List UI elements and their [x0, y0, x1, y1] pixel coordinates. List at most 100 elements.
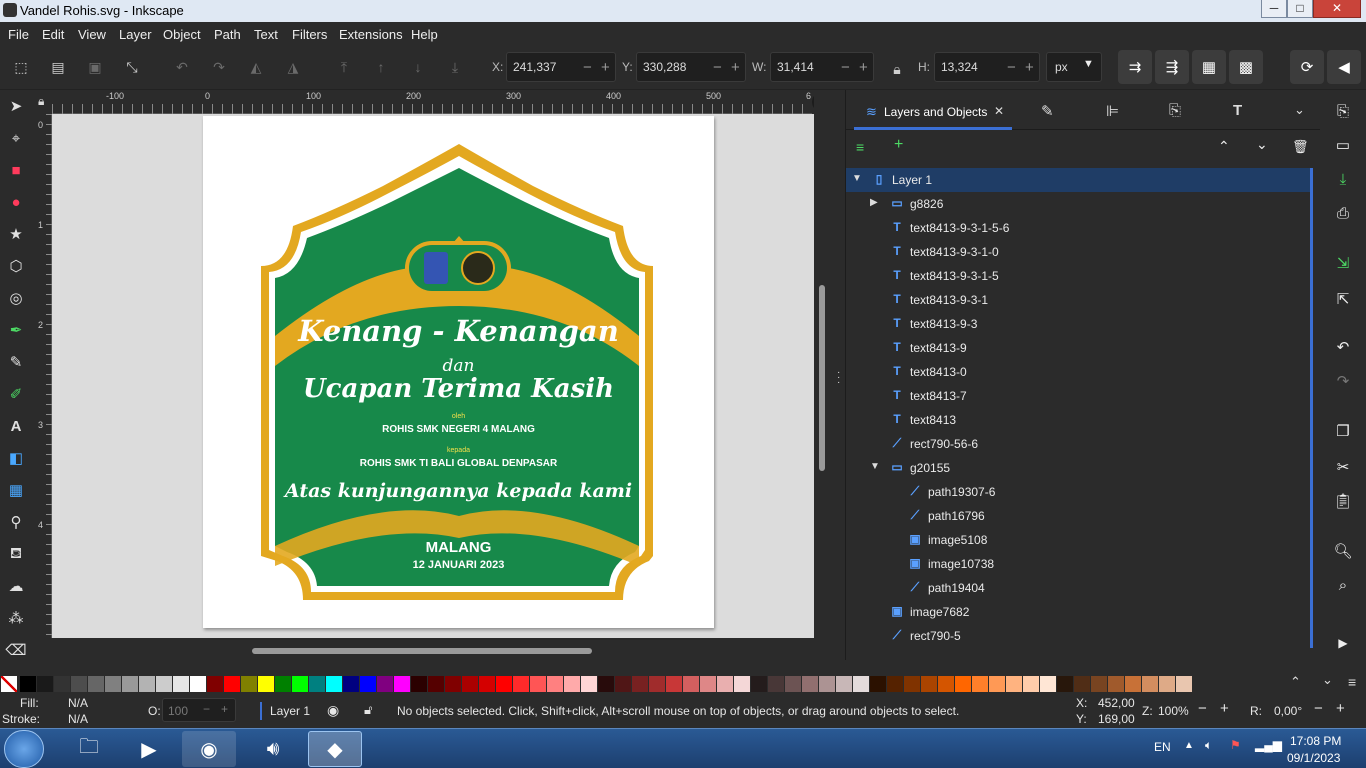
- flip-vertical-icon[interactable]: ◮: [282, 56, 304, 78]
- minus-icon[interactable]: −: [713, 59, 722, 76]
- add-object-icon[interactable]: +: [894, 136, 903, 154]
- color-swatch[interactable]: [1023, 676, 1039, 692]
- visibility-eye-icon[interactable]: ◉: [327, 702, 339, 719]
- color-swatch[interactable]: [819, 676, 835, 692]
- copy-icon[interactable]: ❐: [1332, 420, 1354, 442]
- zoom-selection-icon[interactable]: 🔍︎: [1332, 540, 1354, 562]
- undo-icon[interactable]: ↶: [1332, 336, 1354, 358]
- menu-filters[interactable]: Filters: [292, 27, 327, 42]
- dropper-tool-icon[interactable]: ⚲: [6, 512, 26, 532]
- object-row[interactable]: Ttext8413-9-3: [846, 312, 1311, 336]
- object-row[interactable]: ⟋ rect790-56-6: [846, 432, 1311, 456]
- color-swatch[interactable]: [428, 676, 444, 692]
- object-row[interactable]: ▣ image7682: [846, 600, 1311, 624]
- rotation-field[interactable]: 0,00° − +: [1268, 698, 1364, 722]
- menu-extensions[interactable]: Extensions: [339, 27, 403, 42]
- paste-icon[interactable]: 📋︎: [1332, 490, 1354, 512]
- object-row[interactable]: Ttext8413: [846, 408, 1311, 432]
- color-swatch[interactable]: [122, 676, 138, 692]
- color-swatch[interactable]: [207, 676, 223, 692]
- rotate-minus-icon[interactable]: −: [1314, 700, 1323, 717]
- color-swatch[interactable]: [326, 676, 342, 692]
- export-icon[interactable]: ⇱: [1332, 288, 1354, 310]
- color-swatch[interactable]: [700, 676, 716, 692]
- clock-time[interactable]: 17:08 PM: [1290, 734, 1341, 748]
- star-tool-icon[interactable]: ★: [6, 224, 26, 244]
- object-row[interactable]: ▣ image10738: [846, 552, 1311, 576]
- color-swatch[interactable]: [1142, 676, 1158, 692]
- layer-lock-icon[interactable]: 🔓︎: [364, 702, 372, 718]
- flip-horizontal-icon[interactable]: ◭: [245, 56, 267, 78]
- object-row[interactable]: ⟋ path19404: [846, 576, 1311, 600]
- zoom-drawing-icon[interactable]: ⌕: [1332, 574, 1354, 596]
- menu-view[interactable]: View: [78, 27, 106, 42]
- h-field[interactable]: 13,324 − +: [934, 52, 1040, 82]
- lower-icon[interactable]: ↓: [407, 56, 429, 78]
- action-center-icon[interactable]: ⚑: [1230, 738, 1241, 752]
- color-swatch[interactable]: [887, 676, 903, 692]
- no-paint-swatch[interactable]: [1, 676, 17, 692]
- move-down-icon[interactable]: ⌄: [1256, 136, 1268, 153]
- color-swatch[interactable]: [938, 676, 954, 692]
- color-swatch[interactable]: [972, 676, 988, 692]
- menu-text[interactable]: Text: [254, 27, 278, 42]
- color-swatch[interactable]: [139, 676, 155, 692]
- color-swatch[interactable]: [598, 676, 614, 692]
- expand-triangle-icon[interactable]: ▼: [870, 461, 880, 472]
- chevron-down-icon[interactable]: ⌄: [1294, 102, 1305, 118]
- tray-expand-icon[interactable]: ▲: [1184, 740, 1194, 751]
- canvas[interactable]: Kenang - Kenangan dan Ucapan Terima Kasi…: [52, 114, 814, 638]
- color-swatch[interactable]: [564, 676, 580, 692]
- color-swatch[interactable]: [1040, 676, 1056, 692]
- color-swatch[interactable]: [37, 676, 53, 692]
- plus-icon[interactable]: +: [731, 59, 740, 76]
- menu-object[interactable]: Object: [163, 27, 201, 42]
- vertical-scrollbar[interactable]: [814, 90, 834, 662]
- zoom-out-icon[interactable]: −: [1198, 700, 1207, 717]
- clock-date[interactable]: 09/1/2023: [1287, 751, 1340, 765]
- color-swatch[interactable]: [751, 676, 767, 692]
- speaker-icon[interactable]: 🔈︎: [1205, 738, 1212, 753]
- color-swatch[interactable]: [649, 676, 665, 692]
- add-layer-icon[interactable]: ≡: [856, 139, 864, 155]
- select-all-layers-icon[interactable]: ▤: [47, 56, 69, 78]
- plus-icon[interactable]: +: [221, 702, 228, 716]
- close-tab-icon[interactable]: ✕: [994, 104, 1004, 118]
- color-swatch[interactable]: [513, 676, 529, 692]
- color-swatch[interactable]: [1125, 676, 1141, 692]
- menu-edit[interactable]: Edit: [42, 27, 64, 42]
- new-document-icon[interactable]: ⎘: [1332, 100, 1354, 122]
- ellipse-tool-icon[interactable]: ●: [6, 192, 26, 212]
- network-icon[interactable]: ▂▄▆: [1255, 738, 1282, 752]
- color-swatch[interactable]: [666, 676, 682, 692]
- calligraphy-tool-icon[interactable]: ✐: [6, 384, 26, 404]
- color-swatch[interactable]: [411, 676, 427, 692]
- color-swatch[interactable]: [479, 676, 495, 692]
- redo-icon[interactable]: ↷: [1332, 370, 1354, 392]
- object-row[interactable]: ▶ ▭ g8826: [846, 192, 1311, 216]
- import-icon[interactable]: ⇲: [1332, 252, 1354, 274]
- color-swatch[interactable]: [1108, 676, 1124, 692]
- plus-icon[interactable]: +: [601, 59, 610, 76]
- minus-icon[interactable]: −: [841, 59, 850, 76]
- snap-popover-icon[interactable]: ◀: [1327, 50, 1361, 84]
- input-language[interactable]: EN: [1154, 740, 1171, 754]
- color-swatch[interactable]: [377, 676, 393, 692]
- color-swatch[interactable]: [343, 676, 359, 692]
- color-swatch[interactable]: [870, 676, 886, 692]
- menu-layer[interactable]: Layer: [119, 27, 152, 42]
- current-layer[interactable]: Layer 1: [270, 704, 310, 718]
- color-swatch[interactable]: [275, 676, 291, 692]
- color-swatch[interactable]: [904, 676, 920, 692]
- scale-stroke-icon[interactable]: ⤡: [121, 56, 143, 78]
- object-row[interactable]: Ttext8413-9-3-1-5-6: [846, 216, 1311, 240]
- color-swatch[interactable]: [394, 676, 410, 692]
- color-swatch[interactable]: [1091, 676, 1107, 692]
- y-field[interactable]: 330,288 − +: [636, 52, 746, 82]
- object-row[interactable]: Ttext8413-9-3-1: [846, 288, 1311, 312]
- eraser-tool-icon[interactable]: ⌫: [5, 640, 26, 660]
- color-swatch[interactable]: [785, 676, 801, 692]
- object-row[interactable]: Ttext8413-7: [846, 384, 1311, 408]
- lock-guides-icon[interactable]: 🔒︎: [38, 94, 44, 109]
- raise-icon[interactable]: ↑: [370, 56, 392, 78]
